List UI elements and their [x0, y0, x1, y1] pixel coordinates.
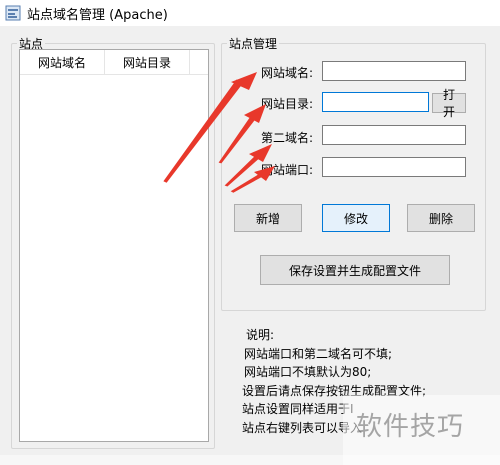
note-title: 说明: — [246, 328, 275, 342]
domain-input[interactable] — [322, 61, 466, 81]
port-label: 网站端口: — [261, 163, 314, 177]
note-line-2: 网站端口不填默认为80; — [244, 365, 372, 379]
note-line-1: 网站端口和第二域名可不填; — [244, 347, 393, 361]
second-domain-label: 第二域名: — [261, 131, 314, 145]
app-icon — [5, 5, 21, 21]
save-config-button[interactable]: 保存设置并生成配置文件 — [260, 255, 450, 285]
edit-button[interactable]: 修改 — [322, 204, 390, 232]
dir-input[interactable] — [322, 92, 429, 112]
second-domain-input[interactable] — [322, 125, 466, 145]
title-bar-controls — [440, 0, 500, 26]
open-button[interactable]: 打开 — [432, 88, 466, 119]
port-input[interactable] — [322, 157, 466, 177]
domain-label: 网站域名: — [261, 66, 314, 80]
sites-list-header: 网站域名 网站目录 — [20, 50, 208, 75]
note-line-4: 站点设置同样适用于I — [242, 402, 354, 416]
add-button[interactable]: 新增 — [234, 204, 302, 232]
watermark-text: 软件技巧 — [356, 412, 465, 442]
manage-group-label: 站点管理 — [227, 35, 280, 52]
delete-button[interactable]: 删除 — [407, 204, 475, 232]
title-bar[interactable]: 站点域名管理 (Apache) — [0, 0, 500, 26]
window-title: 站点域名管理 (Apache) — [27, 7, 168, 23]
column-header-dir[interactable]: 网站目录 — [105, 50, 190, 74]
dir-label: 网站目录: — [261, 97, 314, 111]
column-header-domain[interactable]: 网站域名 — [20, 50, 105, 74]
sites-list[interactable]: 网站域名 网站目录 — [19, 49, 209, 442]
